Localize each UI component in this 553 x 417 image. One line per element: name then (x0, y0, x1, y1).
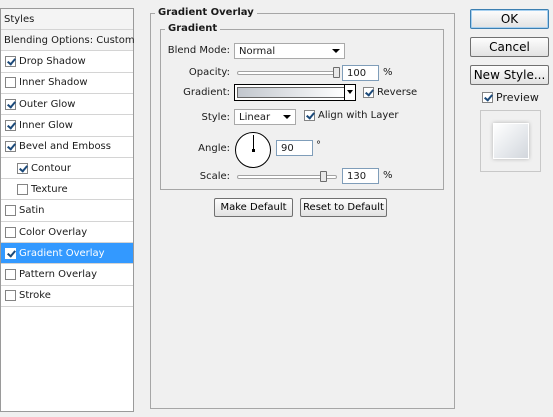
style-item-label: Satin (19, 205, 45, 217)
style-label: Style: (201, 112, 231, 123)
style-item-label: Texture (31, 183, 68, 195)
style-item[interactable]: Blending Options: Custom (1, 30, 135, 52)
chevron-down-icon (283, 115, 291, 119)
style-item-label: Inner Glow (19, 120, 73, 131)
style-item-label: Stroke (19, 290, 51, 302)
gradient-label: Gradient: (183, 87, 230, 98)
scale-input[interactable]: 130 (342, 168, 379, 184)
style-item-checkbox[interactable] (17, 162, 28, 174)
style-item[interactable]: Pattern Overlay (1, 265, 133, 286)
style-item-checkbox[interactable] (5, 205, 16, 217)
style-item-label: Color Overlay (19, 226, 88, 238)
angle-dial-center (252, 149, 255, 152)
blend-mode-value: Normal (239, 45, 276, 57)
style-select[interactable]: Linear (234, 109, 296, 125)
angle-value: 90 (281, 142, 294, 154)
preview-checkbox[interactable]: Preview (482, 91, 539, 104)
style-item[interactable]: Bevel and Emboss (1, 137, 133, 158)
style-item[interactable]: Stroke (1, 286, 133, 307)
style-item-label: Bevel and Emboss (19, 141, 111, 153)
style-item[interactable]: Inner Shadow (1, 73, 133, 94)
angle-label: Angle: (198, 143, 230, 154)
angle-dial-needle (253, 135, 254, 150)
make-default-button[interactable]: Make Default (214, 198, 293, 217)
style-item-checkbox[interactable] (5, 141, 16, 153)
cancel-label: Cancel (489, 40, 530, 54)
opacity-slider-thumb[interactable] (333, 67, 340, 78)
preview-label: Preview (496, 91, 539, 104)
styles-header[interactable]: Styles (1, 9, 133, 30)
reverse-label: Reverse (377, 87, 418, 98)
style-item-checkbox[interactable] (17, 183, 28, 195)
style-item[interactable]: Outer Glow (1, 94, 133, 116)
style-item-checkbox[interactable] (5, 226, 16, 238)
make-default-label: Make Default (220, 202, 287, 213)
scale-slider-thumb[interactable] (319, 171, 327, 182)
new-style-label: New Style... (473, 68, 546, 82)
style-preview-swatch (493, 123, 529, 159)
blend-mode-label: Blend Mode: (167, 45, 230, 56)
opacity-slider[interactable] (237, 71, 337, 75)
align-with-layer-checkbox-box[interactable] (304, 110, 315, 121)
reset-to-default-button[interactable]: Reset to Default (300, 198, 387, 217)
style-item[interactable]: Contour (1, 158, 133, 180)
style-item[interactable]: Drop Shadow (1, 52, 133, 73)
gradient-dropdown-icon[interactable] (344, 85, 355, 100)
styles-header-label: Styles (4, 13, 35, 25)
gradient-picker[interactable] (234, 84, 356, 101)
style-item[interactable]: Gradient Overlay (1, 243, 133, 265)
style-item-checkbox[interactable] (5, 247, 16, 259)
style-value: Linear (239, 111, 271, 123)
style-item-label: Pattern Overlay (19, 269, 98, 281)
scale-unit: % (383, 170, 393, 181)
styles-list: Styles Blending Options: Custom Drop Shad… (0, 8, 135, 412)
style-item-checkbox[interactable] (5, 77, 16, 89)
reverse-checkbox-box[interactable] (363, 87, 374, 98)
style-item-checkbox[interactable] (5, 120, 16, 131)
preview-checkbox-box[interactable] (482, 92, 493, 103)
scale-value: 130 (347, 170, 367, 182)
style-item-label: Gradient Overlay (19, 247, 105, 259)
ok-button[interactable]: OK (470, 9, 549, 29)
style-item-checkbox[interactable] (5, 56, 16, 68)
align-with-layer-label: Align with Layer (318, 110, 399, 121)
opacity-value: 100 (347, 67, 367, 79)
align-with-layer-checkbox[interactable]: Align with Layer (304, 110, 399, 121)
style-item-checkbox[interactable] (5, 269, 16, 281)
blend-mode-select[interactable]: Normal (234, 43, 345, 59)
style-item[interactable]: Satin (1, 201, 133, 222)
style-item-label: Contour (31, 162, 71, 174)
style-item-label: Inner Shadow (19, 77, 88, 89)
style-item[interactable]: Color Overlay (1, 222, 133, 243)
angle-input[interactable]: 90 (276, 140, 313, 156)
reset-to-default-label: Reset to Default (303, 202, 384, 213)
scale-label: Scale: (199, 171, 230, 182)
gradient-preview[interactable] (237, 87, 346, 98)
style-item-label: Drop Shadow (19, 56, 86, 68)
style-item-checkbox[interactable] (5, 98, 16, 110)
style-item-checkbox[interactable] (5, 290, 16, 302)
gradient-overlay-title: Gradient Overlay (155, 7, 257, 18)
ok-label: OK (500, 12, 519, 26)
style-item-label: Outer Glow (19, 98, 76, 110)
style-item[interactable]: Inner Glow (1, 116, 133, 137)
reverse-checkbox[interactable]: Reverse (363, 87, 417, 98)
opacity-input[interactable]: 100 (342, 65, 379, 81)
opacity-label: Opacity: (188, 67, 230, 78)
style-item[interactable]: Texture (1, 179, 133, 201)
style-preview-thumbnail (480, 110, 541, 172)
angle-dial[interactable] (235, 132, 271, 168)
opacity-unit: % (383, 67, 393, 78)
angle-unit: ° (316, 140, 321, 151)
style-item-label: Blending Options: Custom (4, 34, 135, 46)
cancel-button[interactable]: Cancel (470, 37, 549, 57)
gradient-section-title: Gradient (165, 23, 221, 34)
new-style-button[interactable]: New Style... (470, 65, 549, 85)
chevron-down-icon (332, 49, 340, 53)
